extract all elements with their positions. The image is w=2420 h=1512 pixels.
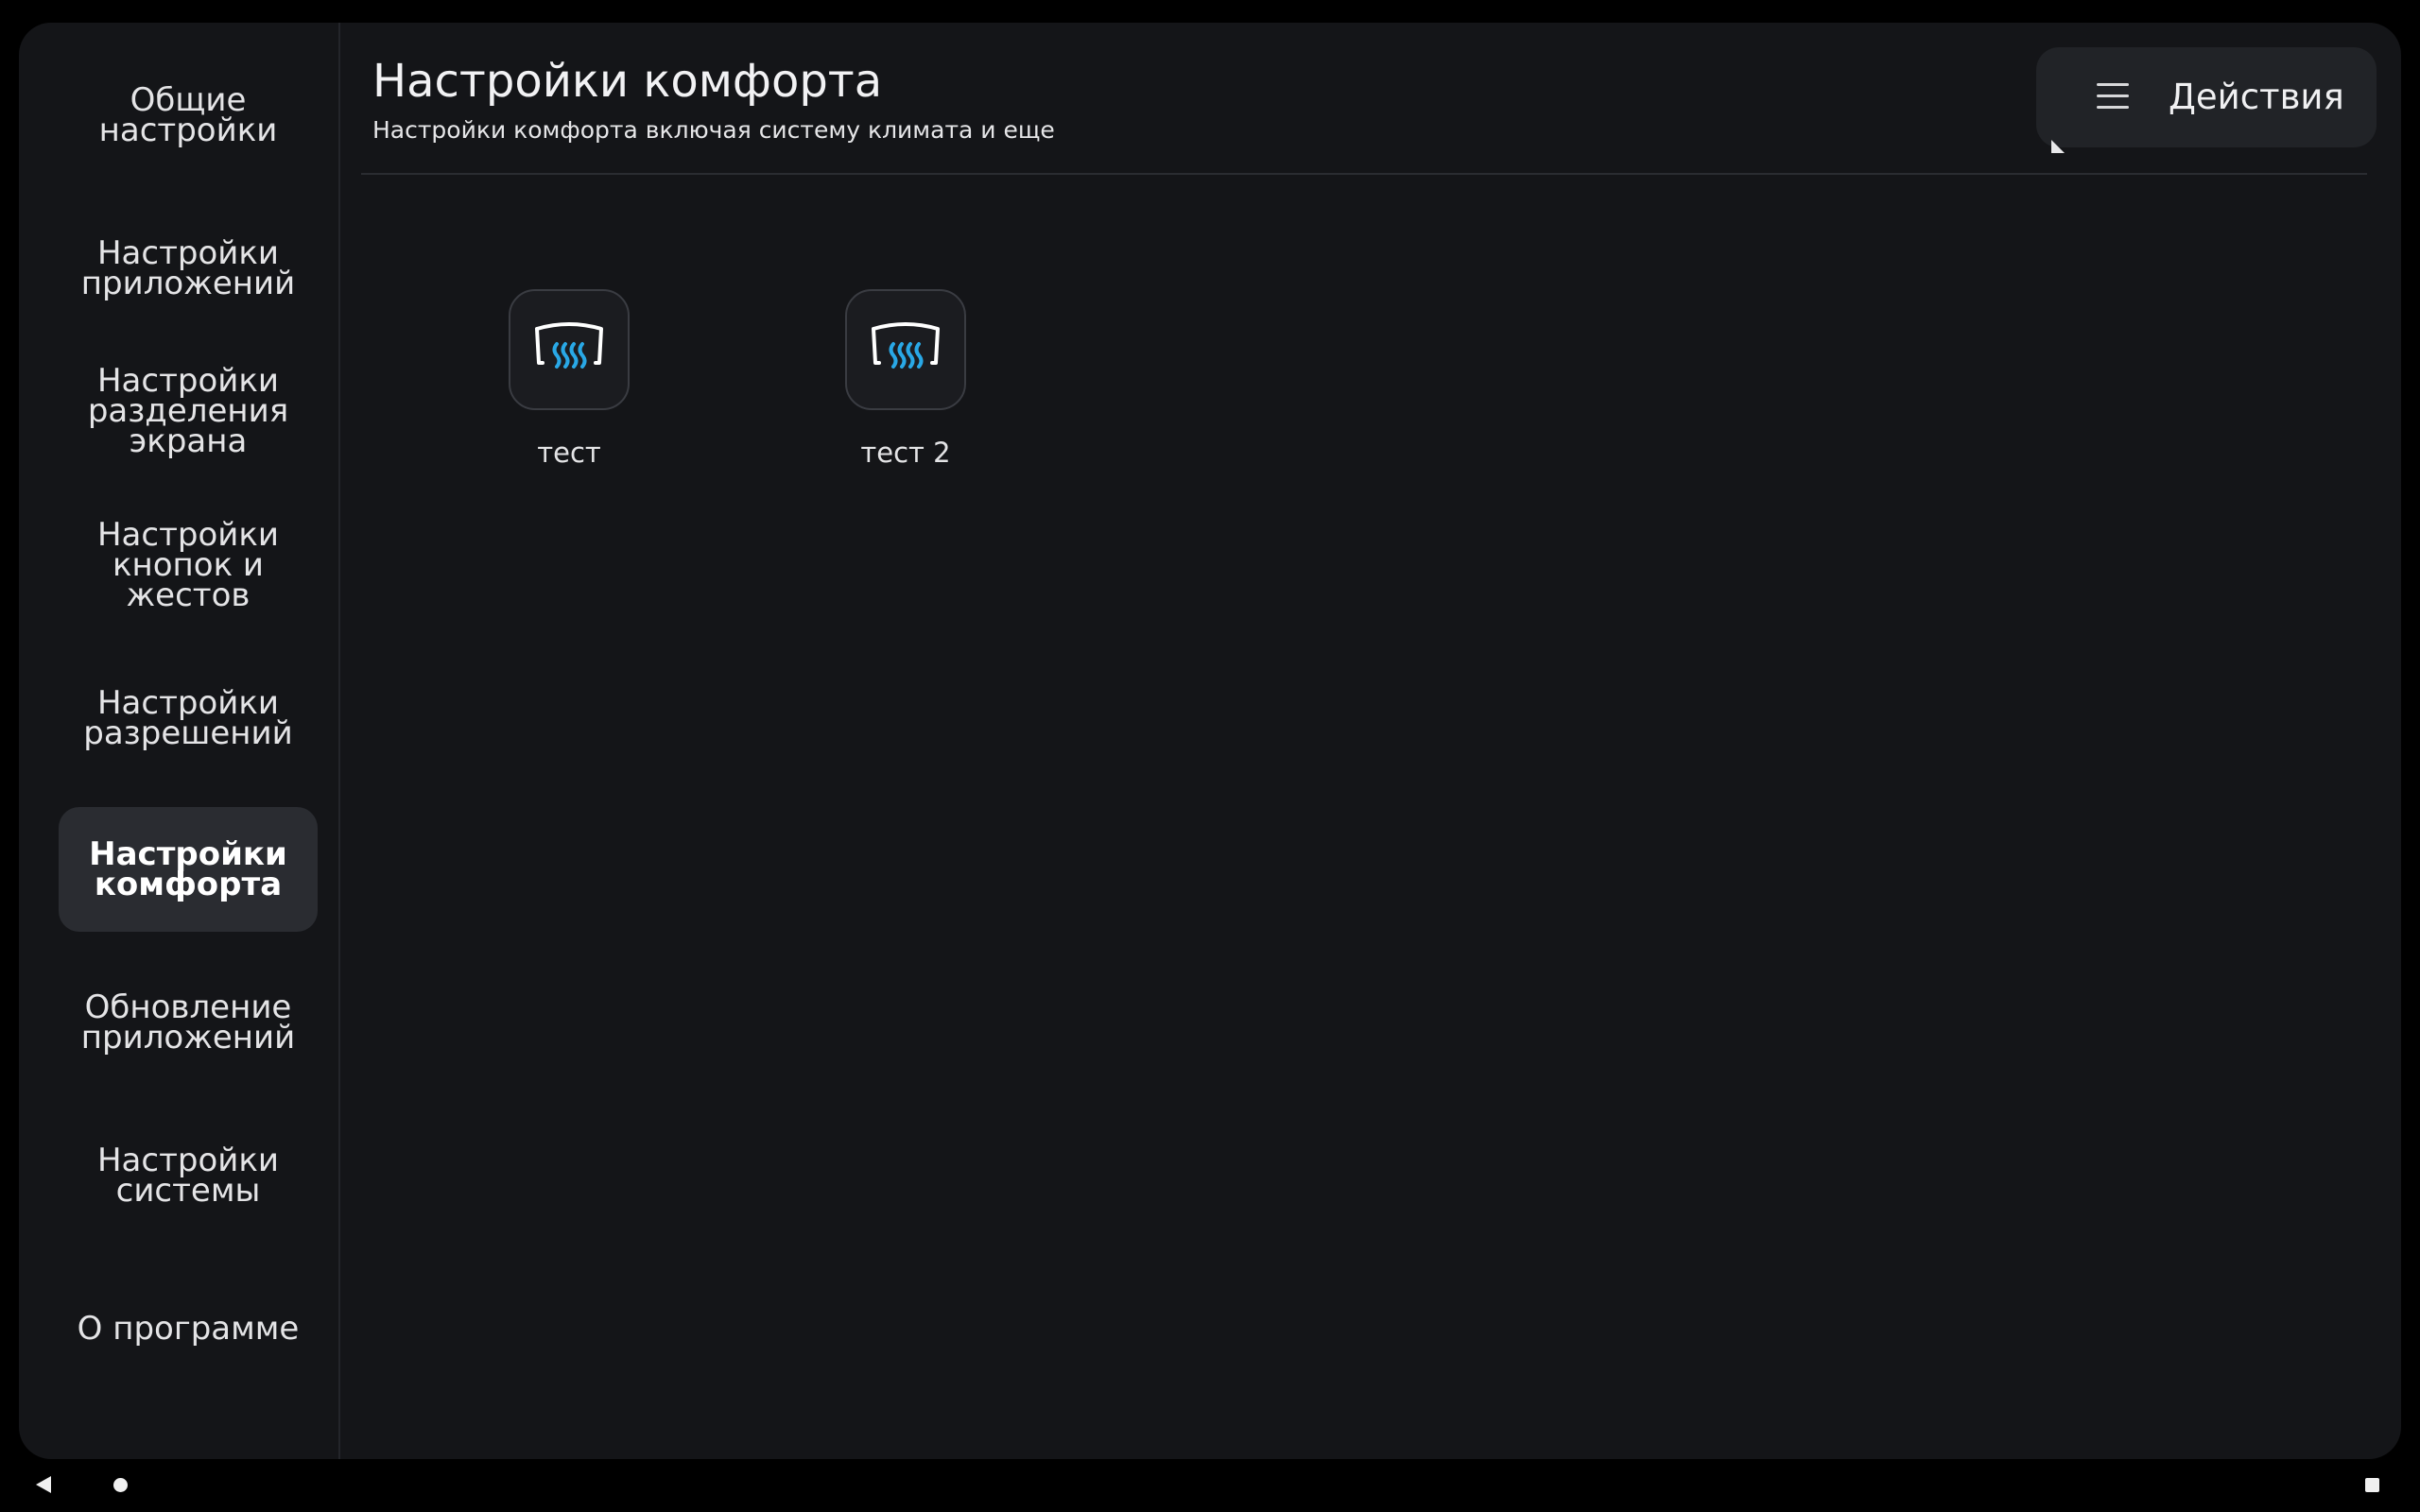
tile-label: тест 2 (860, 437, 951, 469)
sidebar-item-label: Настройки системы (96, 1142, 279, 1210)
sidebar-item-buttons-gestures[interactable]: Настройки кнопок и жестов (59, 503, 318, 627)
menu-icon (2097, 83, 2129, 112)
sidebar-item-label: Настройки разделения экрана (87, 362, 289, 460)
home-icon[interactable] (113, 1478, 128, 1492)
app-window: Общие настройки Настройки приложений Нас… (19, 23, 2401, 1459)
sidebar-item-label: Настройки разрешений (83, 684, 293, 752)
main-content: Настройки комфорта Настройки комфорта вк… (340, 23, 2401, 1459)
sidebar-item-about[interactable]: О программе (59, 1266, 318, 1391)
page-title: Настройки комфорта (372, 55, 883, 108)
tile-label: тест (537, 437, 601, 469)
sidebar-item-label: Общие настройки (98, 81, 278, 149)
comfort-tile-test-2[interactable]: тест 2 (792, 289, 1019, 469)
system-navigation-bar (0, 1459, 2420, 1512)
header-divider (361, 173, 2367, 175)
sidebar-item-label: Настройки приложений (80, 234, 296, 302)
corner-indicator-icon (2051, 140, 2065, 153)
sidebar-item-split-screen[interactable]: Настройки разделения экрана (59, 349, 318, 473)
windshield-defrost-icon (845, 289, 966, 410)
sidebar: Общие настройки Настройки приложений Нас… (19, 23, 340, 1459)
sidebar-item-label: Настройки кнопок и жестов (96, 516, 279, 614)
page-subtitle: Настройки комфорта включая систему клима… (372, 116, 1055, 144)
sidebar-item-label: Обновление приложений (80, 988, 296, 1057)
back-icon[interactable] (36, 1476, 51, 1493)
sidebar-item-permissions[interactable]: Настройки разрешений (59, 656, 318, 781)
sidebar-item-general[interactable]: Общие настройки (59, 53, 318, 178)
actions-button[interactable]: Действия (2036, 47, 2377, 153)
sidebar-item-system[interactable]: Настройки системы (59, 1113, 318, 1238)
windshield-defrost-icon (509, 289, 630, 410)
sidebar-item-label: О программе (77, 1310, 300, 1348)
sidebar-item-app-updates[interactable]: Обновление приложений (59, 960, 318, 1085)
sidebar-item-comfort[interactable]: Настройки комфорта (59, 807, 318, 932)
recents-icon[interactable] (2365, 1478, 2379, 1492)
sidebar-item-label: Настройки комфорта (89, 835, 287, 903)
sidebar-item-apps[interactable]: Настройки приложений (59, 206, 318, 331)
actions-label: Действия (2169, 77, 2344, 117)
comfort-tile-test[interactable]: тест (456, 289, 683, 469)
